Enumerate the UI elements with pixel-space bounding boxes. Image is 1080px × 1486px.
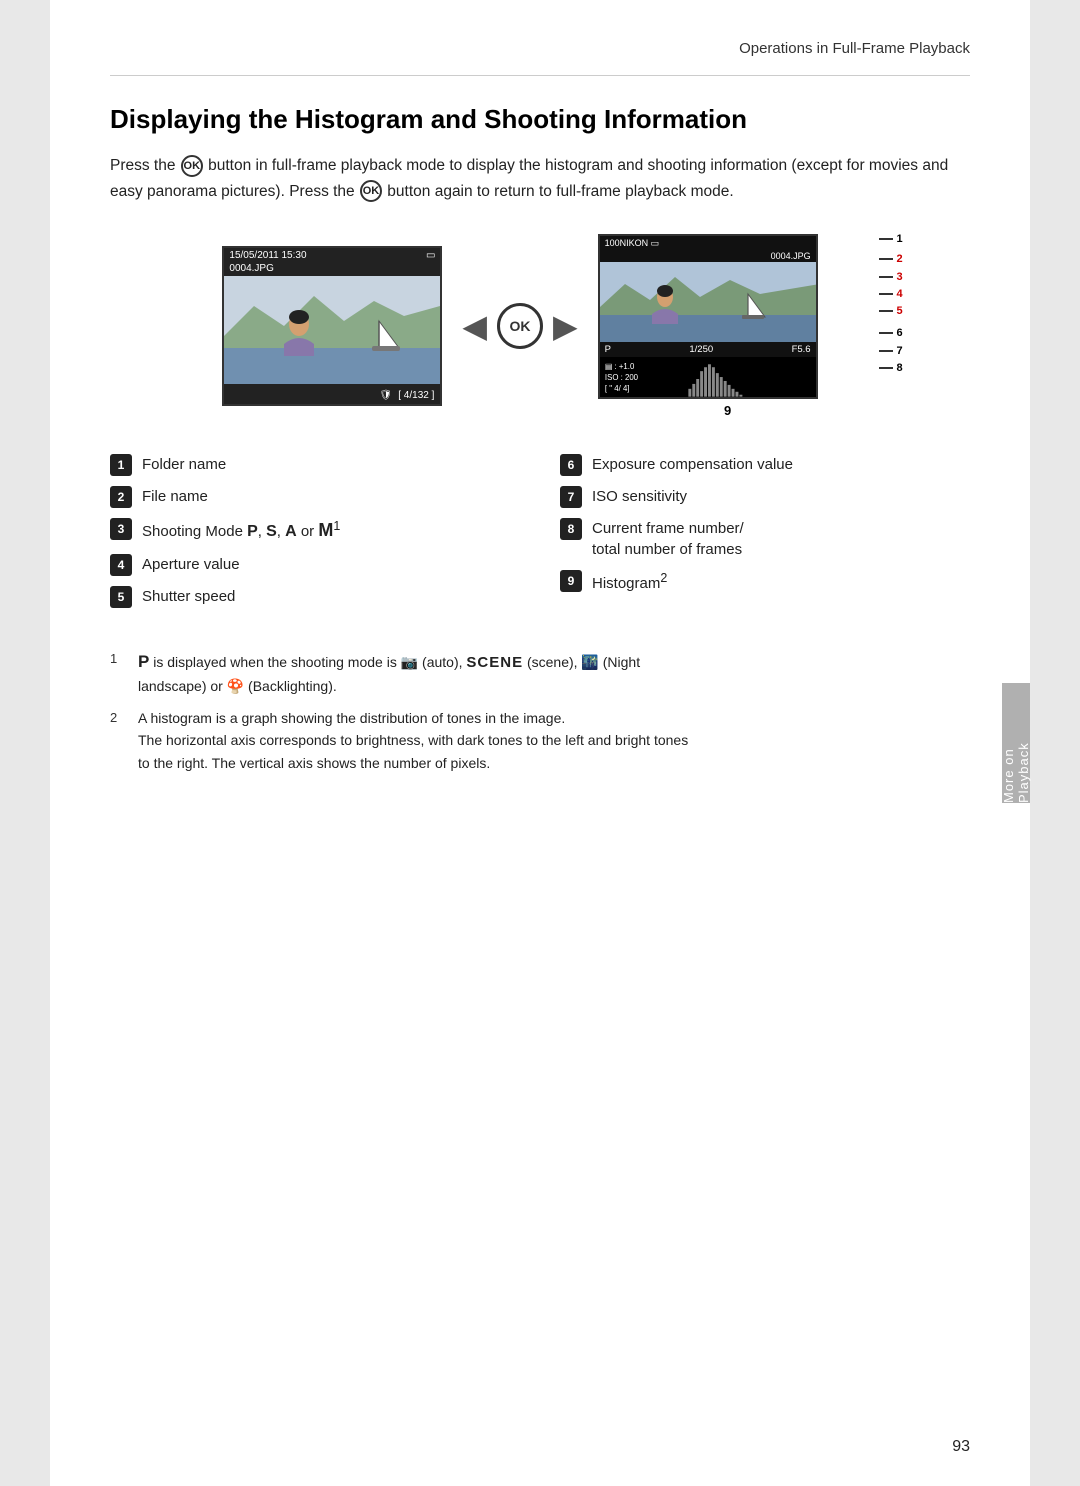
- left-camera-screen: 15/05/2011 15:30 ▭ 0004.JPG: [222, 246, 442, 406]
- protect-icon: 🛡: [380, 390, 393, 401]
- item-6-number: 6: [560, 454, 582, 476]
- sidebar-tab-text: More on Playback: [1001, 683, 1031, 803]
- item-7-number: 7: [560, 486, 582, 508]
- page-number: 93: [952, 1438, 970, 1456]
- item-6-row: 6 Exposure compensation value: [560, 454, 970, 476]
- right-aperture: F5.6: [792, 344, 811, 355]
- ok-circle-button: OK: [497, 303, 543, 349]
- footnote-2-text: A histogram is a graph showing the distr…: [138, 707, 688, 774]
- item-1-label: Folder name: [142, 454, 226, 475]
- histogram-svg: ▤ : +1.0 ISO : 200 [ " 4/ 4]: [600, 357, 816, 399]
- item-2-label: File name: [142, 486, 208, 507]
- item-4-number: 4: [110, 554, 132, 576]
- label-4: 4: [879, 286, 902, 302]
- item-3-row: 3 Shooting Mode P, S, A or M1: [110, 518, 520, 543]
- item-8-number: 8: [560, 518, 582, 540]
- frame-info: [ 4/132 ]: [398, 390, 434, 401]
- left-screen-top-bar: 15/05/2011 15:30 ▭: [224, 248, 440, 263]
- item-3-label: Shooting Mode P, S, A or M1: [142, 518, 340, 543]
- item-1-number: 1: [110, 454, 132, 476]
- right-number-labels: 1 2 3 4 5 6 7: [879, 229, 902, 377]
- right-screen-histogram: ▤ : +1.0 ISO : 200 [ " 4/ 4]: [600, 357, 816, 399]
- svg-text:▤ : +1.0: ▤ : +1.0: [605, 362, 635, 371]
- arrow-right-icon: ▶: [553, 307, 578, 345]
- item-4-label: Aperture value: [142, 554, 240, 575]
- item-9-row: 9 Histogram2: [560, 570, 970, 594]
- item-2-row: 2 File name: [110, 486, 520, 508]
- label-2: 2: [879, 250, 902, 268]
- label-9: 9: [598, 403, 858, 418]
- label-7: 7: [879, 343, 902, 359]
- item-1-row: 1 Folder name: [110, 454, 520, 476]
- item-5-number: 5: [110, 586, 132, 608]
- item-8-label: Current frame number/total number of fra…: [592, 518, 744, 560]
- right-mode: P: [605, 344, 611, 355]
- svg-text:[ " 4/ 4]: [ " 4/ 4]: [605, 384, 630, 393]
- left-screen-filename: 0004.JPG: [224, 263, 440, 276]
- footnote-2-num: 2: [110, 707, 126, 728]
- left-screen-bottom-bar: 🛡 [ 4/132 ]: [224, 384, 440, 406]
- footnote-2-row: 2 A histogram is a graph showing the dis…: [110, 707, 970, 774]
- right-screen-info-row: P 1/250 F5.6: [600, 342, 816, 357]
- label-8: 8: [879, 360, 902, 376]
- footnote-1-num: 1: [110, 648, 126, 669]
- right-screen-filename-row: 0004.JPG: [600, 251, 816, 262]
- item-8-row: 8 Current frame number/total number of f…: [560, 518, 970, 560]
- label-3: 3: [879, 269, 902, 285]
- ok-button-icon-1: OK: [181, 155, 203, 177]
- arrow-left-icon: ◀: [462, 307, 487, 345]
- page-header: Operations in Full-Frame Playback: [110, 40, 970, 76]
- left-items-column: 1 Folder name 2 File name 3 Shooting Mod…: [110, 454, 520, 617]
- footnote-1-text: P is displayed when the shooting mode is…: [138, 648, 640, 698]
- arrow-ok-container: ◀ OK ▶: [462, 303, 577, 349]
- item-2-number: 2: [110, 486, 132, 508]
- diagram-area: 15/05/2011 15:30 ▭ 0004.JPG: [110, 234, 970, 418]
- item-7-row: 7 ISO sensitivity: [560, 486, 970, 508]
- right-items-column: 6 Exposure compensation value 7 ISO sens…: [560, 454, 970, 617]
- ok-button-icon-2: OK: [360, 180, 382, 202]
- page-title: Displaying the Histogram and Shooting In…: [110, 104, 970, 135]
- item-7-label: ISO sensitivity: [592, 486, 687, 507]
- label-6: 6: [879, 324, 902, 342]
- item-5-label: Shutter speed: [142, 586, 235, 607]
- intro-part1: Press the: [110, 157, 175, 174]
- right-folder: 100NIKON ▭: [605, 238, 660, 249]
- item-9-number: 9: [560, 570, 582, 592]
- item-6-label: Exposure compensation value: [592, 454, 793, 475]
- intro-paragraph: Press the OK button in full-frame playba…: [110, 153, 970, 204]
- right-shutter: 1/250: [689, 344, 713, 355]
- page: Operations in Full-Frame Playback Displa…: [50, 0, 1030, 1486]
- item-4-row: 4 Aperture value: [110, 554, 520, 576]
- footnotes: 1 P is displayed when the shooting mode …: [110, 648, 970, 775]
- scene-illustration-svg: [224, 276, 440, 384]
- left-screen-battery: ▭: [426, 250, 435, 261]
- svg-text:ISO : 200: ISO : 200: [605, 373, 639, 382]
- label-1: 1: [879, 229, 902, 249]
- items-container: 1 Folder name 2 File name 3 Shooting Mod…: [110, 454, 970, 617]
- left-screen-date: 15/05/2011 15:30: [229, 250, 306, 261]
- sidebar-tab: More on Playback: [1002, 683, 1030, 803]
- item-9-label: Histogram2: [592, 570, 667, 594]
- item-5-row: 5 Shutter speed: [110, 586, 520, 608]
- label-5: 5: [879, 303, 902, 319]
- right-scene-svg: [600, 262, 816, 342]
- footnote-1-row: 1 P is displayed when the shooting mode …: [110, 648, 970, 698]
- arrows: ◀ OK ▶: [462, 303, 577, 349]
- intro-part3: button again to return to full-frame pla…: [387, 183, 733, 200]
- right-screen-top-bar: 100NIKON ▭: [600, 236, 816, 251]
- item-3-number: 3: [110, 518, 132, 540]
- right-camera-screen: 100NIKON ▭ 0004.JPG: [598, 234, 818, 399]
- header-text: Operations in Full-Frame Playback: [739, 40, 970, 57]
- right-screen-image: [600, 262, 816, 342]
- right-camera-screen-wrapper: 100NIKON ▭ 0004.JPG: [598, 234, 858, 418]
- left-screen-image: [224, 276, 440, 384]
